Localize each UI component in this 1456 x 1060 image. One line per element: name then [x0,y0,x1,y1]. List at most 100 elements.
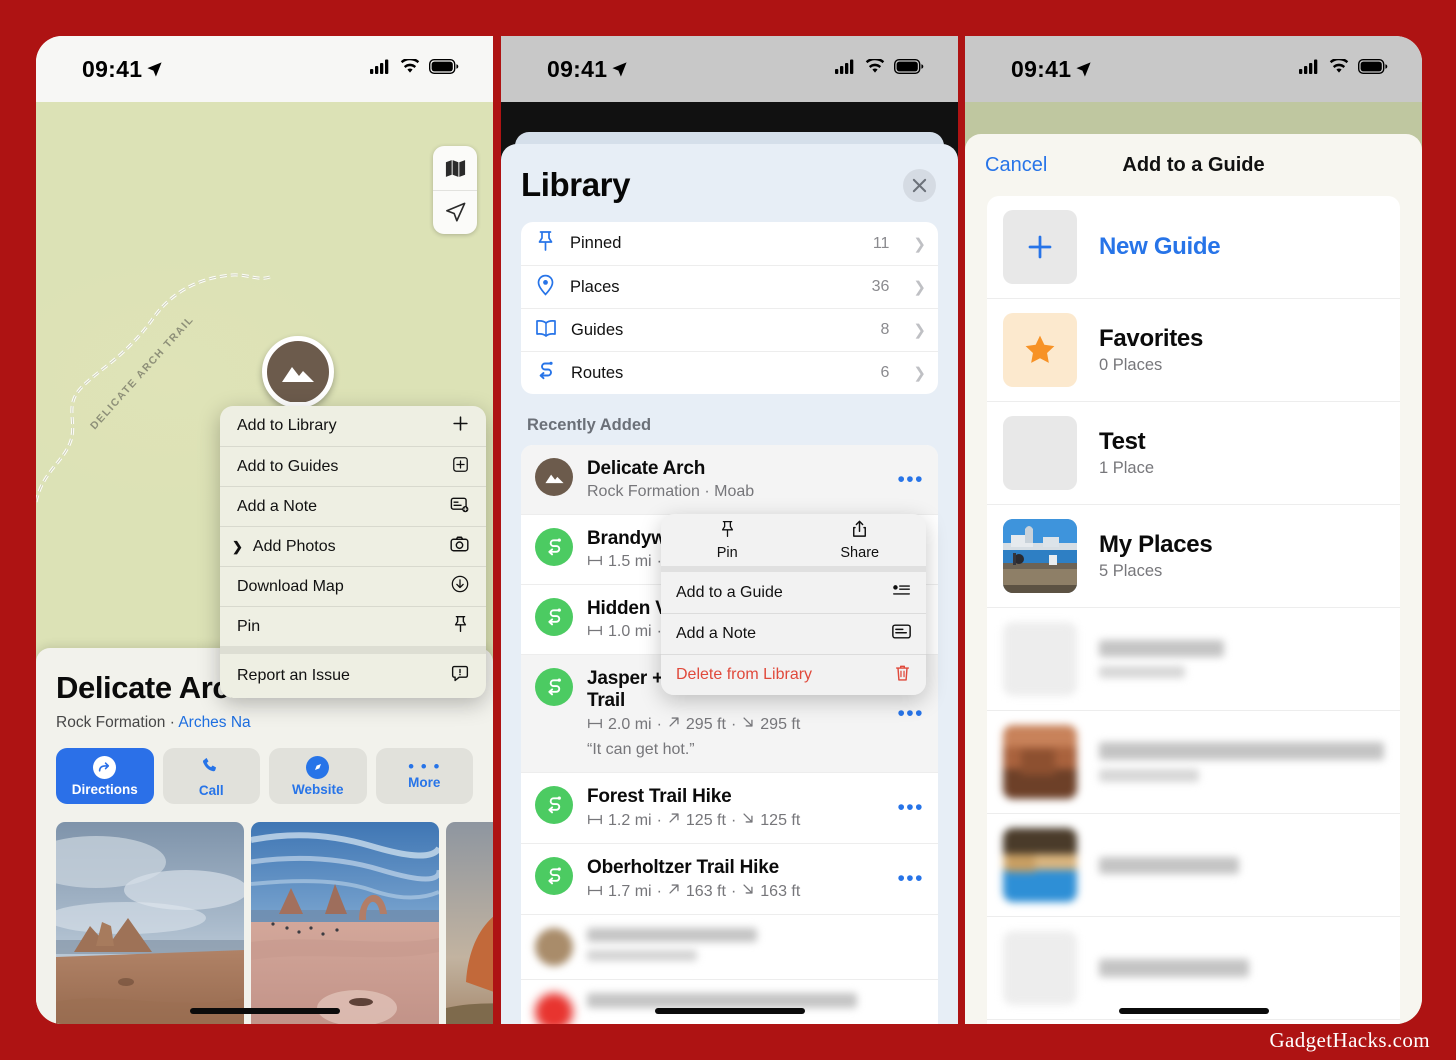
library-item-guides[interactable]: Guides 8 ❯ [521,308,938,351]
metric-separator: · [656,715,662,733]
more-button[interactable]: • • • More [375,748,473,804]
call-button[interactable]: Call [162,748,260,804]
context-menu-item-delete-from-library[interactable]: Delete from Library [661,654,926,695]
recent-item-forest-trail-hike[interactable]: Forest Trail Hike 1.2 mi · 125 ft · 125 … [521,772,938,843]
place-actions: Directions Call Website • • • More [56,748,473,804]
library-item-count: 36 [871,278,890,295]
context-menu-action-share[interactable]: Share [794,514,927,566]
context-menu-label: Add to a Guide [676,583,783,601]
pin-icon [452,615,469,638]
recent-item-ascent: 163 ft [685,882,726,900]
library-sheet: Library Pinned 11 ❯ Places 36 ❯ Guides 8… [501,144,958,1024]
guide-card-icon [892,583,911,602]
context-menu-item-report-an-issue[interactable]: Report an Issue [220,654,486,698]
library-item-places[interactable]: Places 36 ❯ [521,265,938,308]
context-menu-action-pin[interactable]: Pin [661,514,794,566]
note-icon [892,624,911,644]
place-photo-strip[interactable]: Foursquare [56,822,493,1024]
guide-row-new-guide[interactable]: New Guide [987,196,1400,298]
guide-row-favorites[interactable]: Favorites 0 Places [987,298,1400,401]
library-header: Library [501,144,958,204]
guide-row-blurred[interactable] [987,813,1400,916]
route-icon [535,668,573,706]
context-menu-item-add-a-note[interactable]: Add a Note [220,486,486,526]
guide-row-test[interactable]: Test 1 Place [987,401,1400,504]
ellipsis-icon[interactable]: ••• [891,703,924,724]
camera-icon [450,536,469,557]
context-menu-item-download-map[interactable]: Download Map [220,566,486,606]
context-menu-label: Share [840,544,880,561]
context-menu-label: Add to Library [237,417,337,434]
website-button[interactable]: Website [269,748,367,804]
recent-item-quote: “It can get hot.” [587,741,695,758]
directions-icon [93,755,117,779]
pin-icon [535,230,556,257]
location-arrow-icon [1075,57,1092,84]
locate-arrow-icon[interactable] [433,190,477,234]
distance-icon [587,812,603,830]
ellipsis-icon[interactable]: ••• [891,868,924,889]
recent-item-distance: 1.5 mi [608,553,652,570]
context-menu-item-add-photos[interactable]: ❯ Add Photos [220,526,486,566]
map-canvas[interactable]: DELICATE ARCH TRAIL Delicate Arch Rock F… [36,102,493,1024]
context-menu-item-pin[interactable]: Pin [220,606,486,646]
recent-item-oberholtzer-trail-hike[interactable]: Oberholtzer Trail Hike 1.7 mi · 163 ft ·… [521,843,938,914]
blurred-thumb [1003,931,1077,1005]
distance-icon [587,883,603,901]
library-item-count: 8 [880,321,890,338]
library-item-pinned[interactable]: Pinned 11 ❯ [521,222,938,265]
phone-panel-library: 09:41 Library Pinned 11 ❯ Places 36 ❯ Gu… [501,36,958,1024]
recent-item-blurred[interactable] [521,914,938,979]
context-menu-item-add-a-note[interactable]: Add a Note [661,613,926,654]
map-layers-icon[interactable] [433,146,477,190]
directions-button[interactable]: Directions [56,748,154,804]
context-menu-label: Pin [716,544,738,561]
status-bar-time-group: 09:41 [82,56,163,83]
route-icon [535,857,573,895]
place-photo[interactable]: Foursquare [251,822,439,1024]
place-photo[interactable] [56,822,244,1024]
metric-separator: · [656,882,662,900]
ellipsis-icon[interactable]: ••• [891,797,924,818]
route-icon [535,528,573,566]
home-indicator [654,1008,805,1014]
recently-added-heading: Recently Added [527,416,652,434]
website-label: Website [291,781,344,797]
recent-item-delicate-arch[interactable]: Delicate Arch Rock Formation · Moab ••• [521,445,938,514]
context-menu-item-add-to-library[interactable]: Add to Library [220,406,486,446]
library-item-routes[interactable]: Routes 6 ❯ [521,351,938,394]
recent-item-metrics: 1.7 mi · 163 ft · 163 ft [587,882,877,901]
status-bar-indicators [835,57,924,79]
directions-label: Directions [71,781,138,797]
recent-item-subtitle: Rock Formation · Moab [587,483,755,500]
map-pin[interactable]: Delicate Arch [262,336,404,454]
descent-icon [741,882,755,901]
wifi-icon [865,57,885,79]
map-context-menu[interactable]: Add to Library Add to Guides Add a Note … [220,406,486,698]
guide-row-my-places[interactable]: My Places 5 Places [987,504,1400,607]
metric-separator: · [656,811,662,829]
place-subtitle: Rock Formation · Arches Na [56,714,473,732]
route-icon [535,786,573,824]
context-menu-item-add-to-guides[interactable]: Add to Guides [220,446,486,486]
recent-item-blurred[interactable] [521,979,938,1024]
home-indicator [189,1008,340,1014]
guide-row-blurred[interactable] [987,916,1400,1019]
place-park-link[interactable]: Arches Na [178,714,250,731]
context-menu-label: Add Photos [252,537,336,555]
map-controls[interactable] [433,146,477,234]
place-photo[interactable] [446,822,493,1024]
ellipsis-icon[interactable]: ••• [891,469,924,490]
guide-row-blurred[interactable] [987,710,1400,813]
battery-icon [1357,58,1388,79]
close-icon[interactable] [903,168,936,202]
route-icon [535,598,573,636]
chevron-right-icon: ❯ [913,235,926,253]
list-context-menu[interactable]: Pin Share Add to a Guide Add a Note Dele… [661,514,926,695]
guide-title: Favorites [1099,325,1204,352]
recent-item-descent: 295 ft [760,715,801,733]
guide-row-blurred[interactable] [987,607,1400,710]
place-pin-icon [535,274,556,301]
blurred-subtitle [587,950,697,961]
context-menu-item-add-to-a-guide[interactable]: Add to a Guide [661,572,926,613]
